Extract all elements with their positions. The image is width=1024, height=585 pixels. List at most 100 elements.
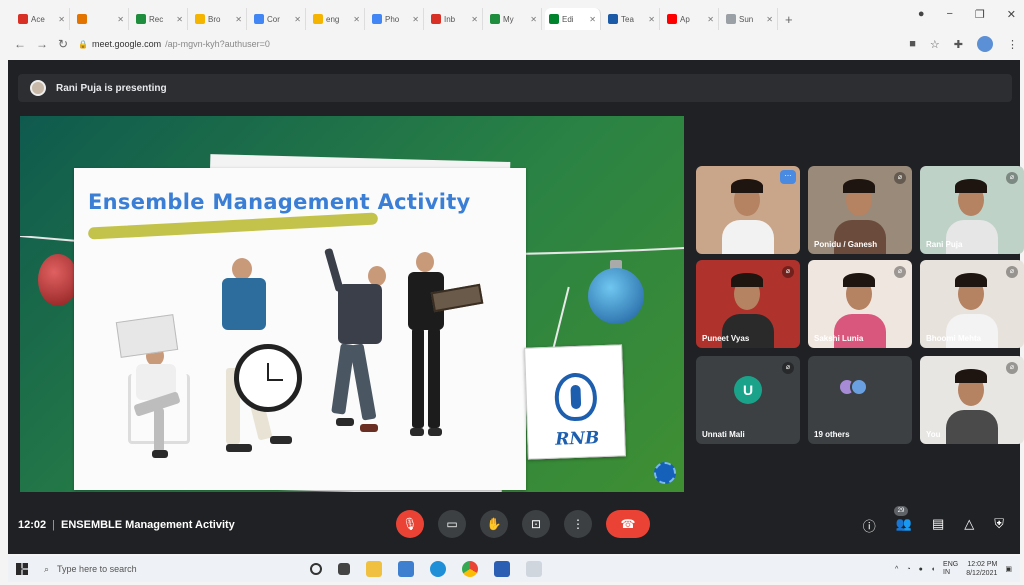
file-explorer-icon[interactable]	[366, 561, 382, 577]
edge-icon[interactable]	[430, 561, 446, 577]
meeting-details-icon[interactable]: ⓘ	[863, 516, 876, 535]
presenting-text: Rani Puja is presenting	[56, 82, 167, 94]
browser-tab-label: Cor	[267, 14, 280, 24]
more-options-button[interactable]: ⋮	[564, 510, 592, 538]
task-view-icon[interactable]	[338, 563, 350, 575]
close-tab-icon[interactable]: ✕	[471, 15, 478, 24]
participant-video	[731, 179, 763, 193]
extensions-icon[interactable]: ✚	[954, 38, 963, 51]
minimize-icon[interactable]: −	[946, 8, 952, 21]
account-dot-icon[interactable]: ●	[918, 8, 925, 21]
participant-tile[interactable]: ⌀ Sakshi Lunia	[808, 260, 912, 348]
language-indicator[interactable]: ENG IN	[943, 561, 958, 577]
participant-tile[interactable]: ⌀ Rani Puja	[920, 166, 1024, 254]
browser-tab[interactable]: Ap ✕	[663, 8, 719, 30]
taskbar-clock[interactable]: 12:02 PM 8/12/2021	[966, 560, 997, 578]
mic-off-button[interactable]: 🎙	[396, 510, 424, 538]
close-tab-icon[interactable]: ✕	[294, 15, 301, 24]
call-controls: 🎙 ▭ ✋ ⊡ ⋮ ☎	[396, 510, 650, 538]
forward-icon[interactable]: →	[36, 37, 48, 51]
browser-tab[interactable]: eng ✕	[309, 8, 365, 30]
browser-tab[interactable]: ✕	[73, 8, 129, 30]
network-icon[interactable]: ◔	[906, 566, 910, 573]
participant-video	[955, 369, 987, 383]
volume-icon[interactable]: ◖	[931, 566, 935, 573]
participant-video	[955, 179, 987, 193]
cortana-icon[interactable]	[310, 563, 322, 575]
camera-permission-icon[interactable]: ■	[909, 38, 916, 50]
close-tab-icon[interactable]: ✕	[589, 15, 596, 24]
app-icon[interactable]	[526, 561, 542, 577]
close-tab-icon[interactable]: ✕	[412, 15, 419, 24]
browser-tab-label: Bro	[208, 14, 221, 24]
browser-tab[interactable]: Tea ✕	[604, 8, 660, 30]
browser-tab[interactable]: Edi ✕	[545, 8, 601, 30]
participant-tile[interactable]: 19 others	[808, 356, 912, 444]
participant-tile[interactable]: ⌀ Puneet Vyas	[696, 260, 800, 348]
close-tab-icon[interactable]: ✕	[766, 15, 773, 24]
store-icon[interactable]	[398, 561, 414, 577]
lock-icon: 🔒	[78, 39, 89, 49]
close-tab-icon[interactable]: ✕	[530, 15, 537, 24]
back-icon[interactable]: ←	[14, 37, 26, 51]
chrome-icon[interactable]	[462, 561, 478, 577]
close-tab-icon[interactable]: ✕	[235, 15, 242, 24]
notifications-icon[interactable]: ▣	[1005, 565, 1012, 573]
muted-mic-icon: ⌀	[1006, 172, 1018, 184]
close-tab-icon[interactable]: ✕	[353, 15, 360, 24]
word-icon[interactable]	[494, 561, 510, 577]
browser-tab[interactable]: Ace ✕	[14, 8, 70, 30]
mic-tray-icon[interactable]: ●	[919, 566, 923, 573]
profile-avatar[interactable]	[977, 36, 993, 52]
participant-avatar: U	[734, 376, 762, 404]
leave-call-button[interactable]: ☎	[606, 510, 650, 538]
windows-taskbar: ⌕ Type here to search ^ ◔ ● ◖ ENG IN 12:…	[8, 556, 1020, 582]
browser-tab-label: Rec	[149, 14, 164, 24]
browser-tab-label: Pho	[385, 14, 400, 24]
participant-tile[interactable]: ⌀ Bhoomi Mehta	[920, 260, 1024, 348]
docs-icon	[254, 14, 264, 24]
browser-tab[interactable]: Pho ✕	[368, 8, 424, 30]
activities-icon[interactable]: △	[964, 516, 974, 535]
windows-start-icon[interactable]	[16, 563, 28, 575]
participant-tile[interactable]: ⋯	[696, 166, 800, 254]
new-tab-button[interactable]: +	[785, 12, 793, 27]
raise-hand-button[interactable]: ✋	[480, 510, 508, 538]
restore-icon[interactable]: ❐	[975, 8, 985, 21]
muted-mic-icon: ⌀	[1006, 362, 1018, 374]
browser-tab[interactable]: Inb ✕	[427, 8, 483, 30]
close-tab-icon[interactable]: ✕	[176, 15, 183, 24]
chat-icon[interactable]: ▤	[932, 516, 944, 535]
v-icon	[608, 14, 618, 24]
bookmark-star-icon[interactable]: ☆	[930, 38, 940, 51]
people-icon[interactable]: 👥	[896, 516, 912, 535]
browser-tab-label: Tea	[621, 14, 634, 24]
browser-tab[interactable]: Cor ✕	[250, 8, 306, 30]
browser-tab[interactable]: Sun ✕	[722, 8, 778, 30]
close-tab-icon[interactable]: ✕	[707, 15, 714, 24]
browser-tab[interactable]: Bro ✕	[191, 8, 247, 30]
url-field[interactable]: 🔒 meet.google.com/ap-mgvn-kyh?authuser=0	[78, 39, 270, 49]
host-controls-icon[interactable]: ⛨	[994, 516, 1004, 535]
slide-title: Ensemble Management Activity	[88, 190, 471, 214]
close-tab-icon[interactable]: ✕	[117, 15, 124, 24]
muted-mic-icon: ⌀	[894, 172, 906, 184]
browser-tab-label: eng	[326, 14, 340, 24]
participant-name: Puneet Vyas	[702, 334, 750, 343]
participant-tile[interactable]: ⌀ You	[920, 356, 1024, 444]
chrome-menu-icon[interactable]: ⋮	[1007, 38, 1018, 51]
presenter-avatar	[30, 80, 46, 96]
rnb-logo-text: RNB	[554, 428, 600, 450]
close-tab-icon[interactable]: ✕	[648, 15, 655, 24]
browser-tab[interactable]: Rec ✕	[132, 8, 188, 30]
camera-button[interactable]: ▭	[438, 510, 466, 538]
participant-tile[interactable]: ⌀ Ponidu / Ganesh	[808, 166, 912, 254]
browser-tab[interactable]: My ✕	[486, 8, 542, 30]
tray-chevron-icon[interactable]: ^	[895, 566, 898, 573]
close-tab-icon[interactable]: ✕	[58, 15, 65, 24]
close-window-icon[interactable]: ✕	[1007, 8, 1016, 21]
present-button[interactable]: ⊡	[522, 510, 550, 538]
participant-tile[interactable]: U ⌀ Unnati Mali	[696, 356, 800, 444]
taskbar-search[interactable]: ⌕ Type here to search	[44, 559, 274, 579]
reload-icon[interactable]: ↻	[58, 37, 68, 51]
